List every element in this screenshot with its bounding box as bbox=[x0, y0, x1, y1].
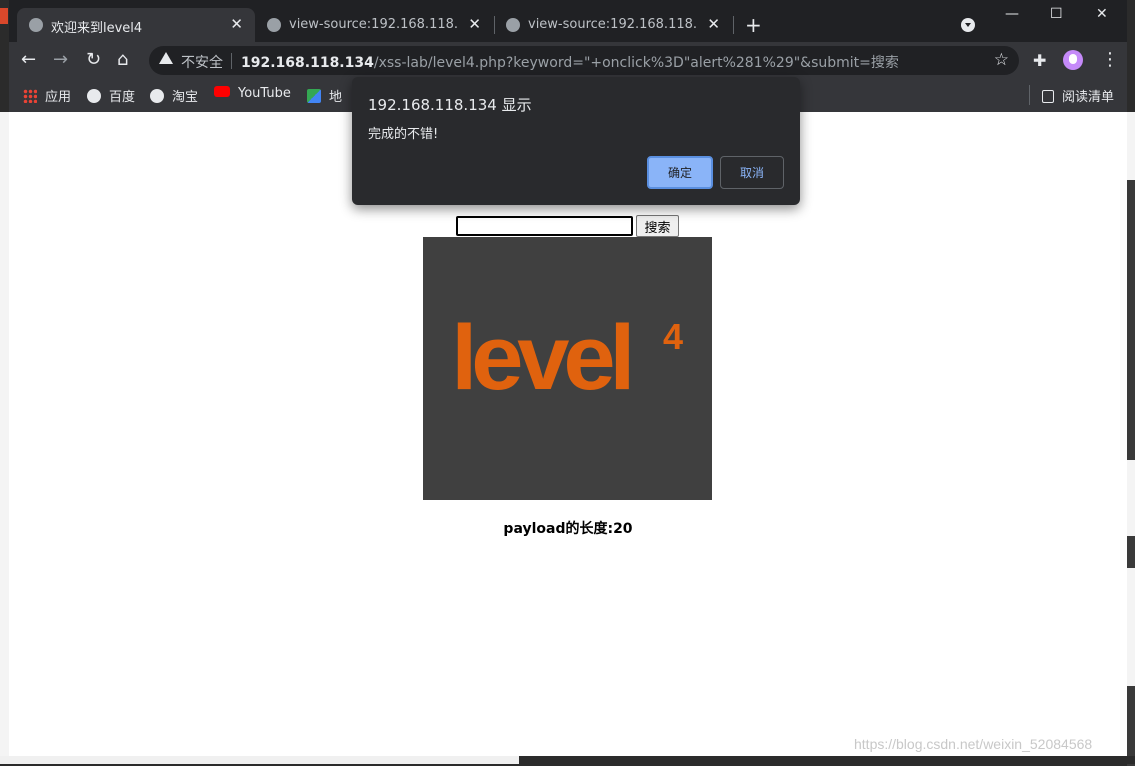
dialog-message: 完成的不错! bbox=[368, 127, 439, 142]
bookmark-label: YouTube bbox=[238, 86, 291, 101]
level-logo-text: level bbox=[451, 307, 635, 409]
url-host: 192.168.118.134 bbox=[241, 55, 374, 71]
search-button[interactable]: 搜索 bbox=[636, 215, 679, 237]
background-window-bottom bbox=[0, 756, 1135, 764]
search-input[interactable] bbox=[456, 216, 633, 236]
tab-separator bbox=[733, 16, 734, 34]
bookmark-star-icon[interactable]: ☆ bbox=[994, 50, 1009, 70]
tab-search-icon[interactable] bbox=[961, 18, 975, 32]
browser-window: 欢迎来到level4 ✕ view-source:192.168.118.134… bbox=[9, 0, 1127, 756]
close-icon[interactable]: ✕ bbox=[230, 15, 243, 33]
reload-icon[interactable]: ↻ bbox=[86, 49, 101, 70]
dialog-cancel-button[interactable]: 取消 bbox=[720, 156, 784, 189]
warning-icon[interactable] bbox=[159, 52, 173, 64]
tab-title: view-source:192.168.118.134/x bbox=[289, 17, 459, 32]
bookmark-maps[interactable]: 地 bbox=[307, 86, 342, 105]
globe-icon bbox=[87, 89, 101, 103]
bookmark-label: 百度 bbox=[109, 90, 136, 105]
level-logo-image: level 4 bbox=[423, 237, 712, 500]
new-tab-icon[interactable]: + bbox=[745, 13, 762, 37]
security-label[interactable]: 不安全 bbox=[181, 52, 223, 72]
reading-list-button[interactable]: 阅读清单 bbox=[1042, 86, 1114, 105]
bookmark-label: 地 bbox=[329, 90, 343, 105]
globe-icon bbox=[267, 18, 281, 32]
youtube-icon bbox=[214, 86, 230, 97]
bookmark-youtube[interactable]: YouTube bbox=[214, 86, 291, 101]
level-logo-number: 4 bbox=[663, 316, 684, 357]
watermark: https://blog.csdn.net/weixin_52084568 bbox=[854, 736, 1093, 752]
forward-icon[interactable]: → bbox=[53, 49, 68, 70]
bookmarks-separator bbox=[1029, 85, 1030, 105]
menu-kebab-icon[interactable]: ⋮ bbox=[1101, 49, 1119, 70]
payload-length-text: payload的长度:20 bbox=[503, 521, 633, 537]
globe-icon bbox=[150, 89, 164, 103]
background-app-badge bbox=[0, 8, 8, 24]
apps-grid-icon bbox=[23, 89, 37, 103]
close-icon[interactable]: ✕ bbox=[468, 15, 481, 33]
globe-icon bbox=[29, 18, 43, 32]
background-window-right bbox=[1127, 112, 1135, 766]
bookmark-baidu[interactable]: 百度 bbox=[87, 86, 135, 105]
tab-view-source-1[interactable]: view-source:192.168.118.134/x ✕ bbox=[255, 8, 493, 42]
page-content: 搜索 level 4 payload的长度:20 https://blog.cs… bbox=[9, 112, 1127, 756]
window-close-icon[interactable]: ✕ bbox=[1096, 6, 1108, 22]
maps-icon bbox=[307, 89, 321, 103]
bookmark-label: 应用 bbox=[45, 90, 72, 105]
omnibox-divider bbox=[231, 53, 232, 69]
maximize-icon[interactable]: ☐ bbox=[1050, 6, 1063, 22]
alert-dialog: 192.168.118.134 显示 完成的不错! 确定 取消 bbox=[352, 77, 800, 205]
home-icon[interactable]: ⌂ bbox=[117, 49, 128, 70]
extensions-puzzle-icon[interactable]: ✚ bbox=[1033, 51, 1046, 70]
minimize-icon[interactable]: — bbox=[1005, 6, 1019, 22]
tab-title: 欢迎来到level4 bbox=[51, 21, 143, 36]
dialog-title: 192.168.118.134 显示 bbox=[368, 96, 532, 114]
background-window-left bbox=[0, 112, 9, 764]
browser-toolbar: ← → ↻ ⌂ 不安全 192.168.118.134/xss-lab/leve… bbox=[9, 42, 1127, 79]
profile-avatar[interactable] bbox=[1063, 50, 1083, 70]
url-text[interactable]: 192.168.118.134/xss-lab/level4.php?keywo… bbox=[241, 52, 899, 72]
bookmark-apps[interactable]: 应用 bbox=[23, 86, 71, 105]
tab-strip: 欢迎来到level4 ✕ view-source:192.168.118.134… bbox=[9, 0, 1127, 42]
address-bar[interactable]: 不安全 192.168.118.134/xss-lab/level4.php?k… bbox=[149, 46, 1019, 75]
dialog-ok-button[interactable]: 确定 bbox=[647, 156, 713, 189]
tab-level4[interactable]: 欢迎来到level4 ✕ bbox=[17, 8, 255, 42]
tab-title: view-source:192.168.118.134/x bbox=[528, 17, 698, 32]
reading-list-label: 阅读清单 bbox=[1062, 90, 1115, 105]
back-icon[interactable]: ← bbox=[21, 49, 36, 70]
reading-list-icon bbox=[1042, 90, 1054, 103]
close-icon[interactable]: ✕ bbox=[707, 15, 720, 33]
bookmark-label: 淘宝 bbox=[172, 90, 199, 105]
tab-view-source-2[interactable]: view-source:192.168.118.134/x ✕ bbox=[494, 8, 732, 42]
url-path: /xss-lab/level4.php?keyword="+onclick%3D… bbox=[373, 55, 899, 71]
globe-icon bbox=[506, 18, 520, 32]
bookmark-taobao[interactable]: 淘宝 bbox=[150, 86, 198, 105]
